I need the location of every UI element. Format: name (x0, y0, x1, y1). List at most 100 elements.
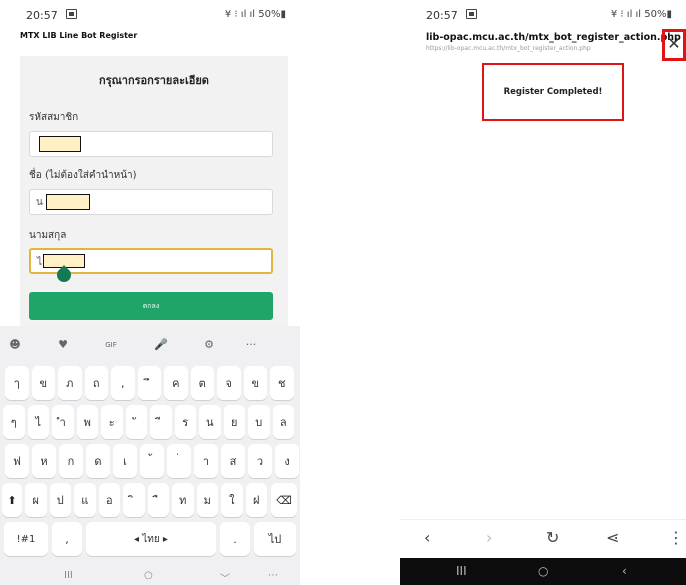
surname-field[interactable]: ไ (29, 248, 273, 285)
name-label: ชื่อ (ไม่ต้องใส่คำนำหน้า) (29, 170, 137, 181)
key[interactable]: ไ (27, 405, 49, 439)
key[interactable]: ภ (58, 366, 82, 400)
key[interactable]: ิ (123, 483, 145, 517)
name-prefix: น (36, 197, 43, 208)
key[interactable]: ข (31, 366, 55, 400)
key[interactable]: ่ (167, 444, 191, 478)
key[interactable]: พ (76, 405, 98, 439)
redaction-box (46, 194, 90, 210)
refresh-icon[interactable]: ↻ (546, 528, 559, 547)
app-title: MTX LIB Line Bot Register (20, 31, 138, 40)
key[interactable]: ผ (25, 483, 47, 517)
register-completed-screen: 20:57 ¥ ⁝ ıl ıl 50%▮ lib-opac.mcu.ac.th/… (400, 0, 686, 585)
key[interactable]: แ (74, 483, 96, 517)
key[interactable]: ส (221, 444, 245, 478)
recent-apps-icon[interactable]: III (64, 570, 73, 581)
more-icon[interactable]: ··· (240, 336, 262, 354)
key[interactable]: ป (49, 483, 71, 517)
symbols-key[interactable]: !#1 (4, 522, 48, 556)
status-time: 20:57 (26, 9, 58, 22)
member-id-label: รหัสสมาชิก (29, 112, 79, 123)
page-url: https://lib-opac.mcu.ac.th/mtx_bot_regis… (426, 45, 591, 52)
key[interactable]: ะ (101, 405, 123, 439)
keyboard-nav-bar: III ○ ﹀ ⋯ (0, 570, 300, 585)
key[interactable]: น (199, 405, 221, 439)
key[interactable]: เ (113, 444, 137, 478)
key[interactable]: ำ (52, 405, 74, 439)
key[interactable]: ใ (221, 483, 243, 517)
key[interactable]: ฝ (245, 483, 267, 517)
member-id-field[interactable] (29, 131, 273, 157)
keyboard: ☻ ♥ GIF 🎤 ⚙ ··· ๅขภถ,ึคตจขชๆไำพะัีรนยบลฟ… (0, 326, 300, 585)
settings-icon[interactable]: ⚙ (198, 336, 220, 354)
key[interactable]: ้ (140, 444, 164, 478)
hide-keyboard-icon[interactable]: ﹀ (220, 570, 230, 585)
back-nav-icon[interactable]: ‹ (622, 564, 627, 578)
key[interactable]: ง (275, 444, 299, 478)
browser-toolbar: ‹ › ↻ ⋖ ⋮ (400, 519, 686, 558)
key[interactable]: อ (98, 483, 120, 517)
enter-key[interactable]: ไป (254, 522, 296, 556)
key[interactable]: า (194, 444, 218, 478)
status-indicators: ¥ ⁝ ıl ıl 50%▮ (610, 9, 672, 20)
key[interactable]: ร (174, 405, 196, 439)
key[interactable]: ื (147, 483, 169, 517)
home-icon[interactable]: ○ (538, 564, 548, 578)
key[interactable]: ย (223, 405, 245, 439)
sticker-icon[interactable]: ♥ (52, 336, 74, 354)
browser-url-bar: lib-opac.mcu.ac.th/mtx_bot_register_acti… (400, 28, 686, 64)
comma-key[interactable]: , (52, 522, 82, 556)
key[interactable]: ๅ (5, 366, 29, 400)
key[interactable]: , (111, 366, 135, 400)
key[interactable]: ฟ (5, 444, 29, 478)
share-icon[interactable]: ⋖ (606, 528, 619, 547)
surname-prefix: ไ (37, 257, 43, 268)
key[interactable]: ถ (84, 366, 108, 400)
key[interactable]: ค (164, 366, 188, 400)
text-cursor-handle[interactable] (54, 265, 74, 285)
page-url-title: lib-opac.mcu.ac.th/mtx_bot_register_acti… (426, 32, 681, 43)
key[interactable]: ๆ (3, 405, 25, 439)
key[interactable]: ห (32, 444, 56, 478)
gif-icon[interactable]: GIF (100, 336, 122, 354)
key[interactable]: ต (190, 366, 214, 400)
home-icon[interactable]: ○ (144, 570, 153, 581)
key[interactable]: ล (272, 405, 294, 439)
submit-button[interactable]: ตกลง (29, 292, 273, 320)
register-completed-message: Register Completed! (482, 63, 624, 121)
backspace-key[interactable]: ⌫ (271, 483, 297, 517)
redaction-box (39, 136, 81, 152)
android-nav-bar: III ○ ‹ (400, 558, 686, 585)
more-options-icon[interactable]: ⋮ (668, 528, 684, 547)
keyboard-switch-icon[interactable]: ⋯ (268, 570, 278, 581)
name-field[interactable]: น (29, 189, 273, 215)
close-button[interactable]: ✕ (662, 29, 686, 61)
forward-icon[interactable]: › (486, 528, 492, 547)
register-form-screen: 20:57 ¥ ⁝ ıl ıl 50%▮ MTX LIB Line Bot Re… (0, 0, 300, 585)
emoji-icon[interactable]: ☻ (4, 336, 26, 354)
key[interactable]: ช (270, 366, 294, 400)
key[interactable]: ั (125, 405, 147, 439)
key[interactable]: บ (248, 405, 270, 439)
key[interactable]: ี (150, 405, 172, 439)
status-bar: 20:57 ¥ ⁝ ıl ıl 50%▮ (400, 0, 686, 28)
recent-apps-icon[interactable]: III (456, 564, 467, 578)
status-time: 20:57 (426, 9, 458, 22)
key[interactable]: ด (86, 444, 110, 478)
key[interactable]: ึ (137, 366, 161, 400)
key[interactable]: ก (59, 444, 83, 478)
close-icon: ✕ (667, 34, 681, 53)
shift-key[interactable]: ⬆ (2, 483, 22, 517)
key[interactable]: ข (243, 366, 267, 400)
space-key[interactable]: ◂ ไทย ▸ (86, 522, 216, 556)
gallery-icon (66, 9, 77, 19)
key[interactable]: ท (172, 483, 194, 517)
microphone-icon[interactable]: 🎤 (150, 336, 172, 354)
period-key[interactable]: . (220, 522, 250, 556)
key[interactable]: จ (217, 366, 241, 400)
gallery-icon (466, 9, 477, 19)
back-icon[interactable]: ‹ (424, 528, 430, 547)
key[interactable]: ม (196, 483, 218, 517)
key[interactable]: ว (248, 444, 272, 478)
register-form: กรุณากรอกรายละเอียด รหัสสมาชิก ชื่อ (ไม่… (20, 56, 288, 326)
